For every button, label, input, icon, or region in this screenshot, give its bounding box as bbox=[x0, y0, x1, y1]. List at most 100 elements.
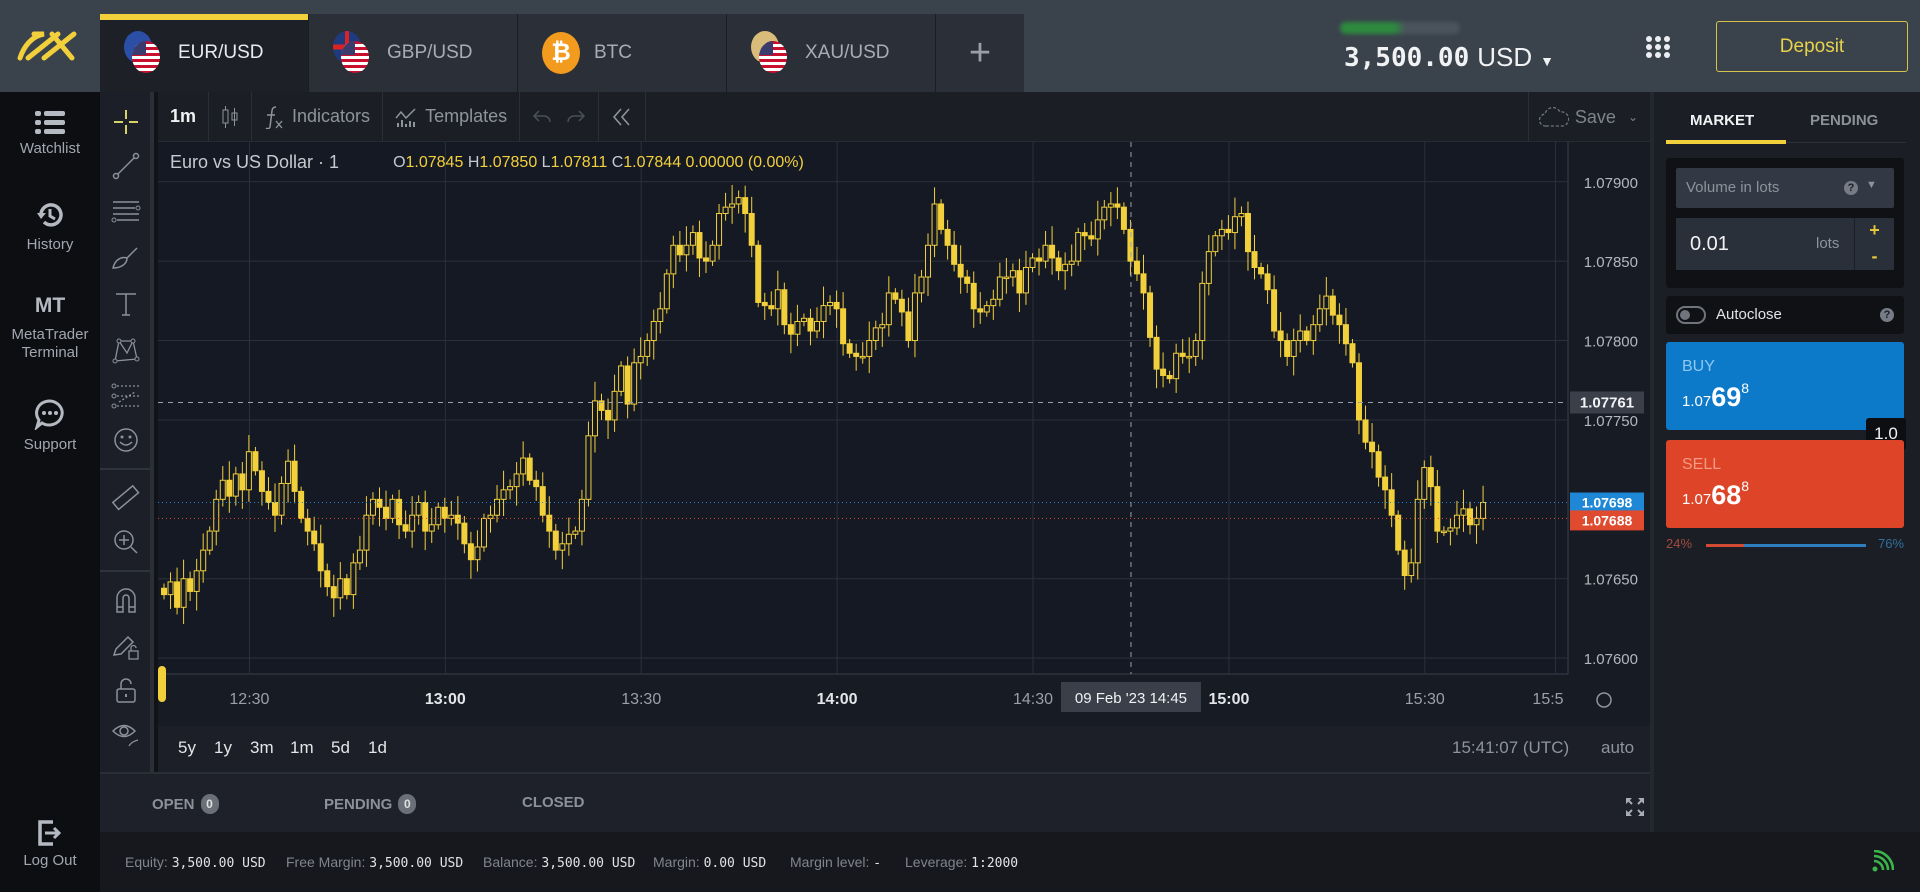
eye-icon bbox=[111, 724, 139, 747]
tab-gbp-usd[interactable]: GBP/USD bbox=[309, 14, 518, 92]
buy-button[interactable]: BUY 1.07698 bbox=[1666, 342, 1904, 430]
volume-decrease-button[interactable]: - bbox=[1854, 244, 1894, 270]
candle-down bbox=[467, 543, 474, 561]
high-value: 1.07850 bbox=[479, 154, 538, 171]
range-5d-button[interactable]: 5d bbox=[331, 738, 350, 758]
candle-down bbox=[239, 473, 246, 491]
low-value: 1.07811 bbox=[550, 154, 608, 171]
help-icon[interactable]: ? bbox=[1880, 308, 1894, 322]
expand-icon[interactable] bbox=[1624, 796, 1646, 818]
range-3m-button[interactable]: 3m bbox=[250, 738, 274, 758]
auto-scale-button[interactable]: auto bbox=[1601, 738, 1634, 758]
zoom-in-tool[interactable] bbox=[110, 526, 142, 558]
nav-history[interactable]: History bbox=[0, 200, 100, 254]
tab-market[interactable]: MARKET bbox=[1690, 112, 1754, 129]
hide-drawings-tool[interactable] bbox=[110, 718, 142, 750]
text-tool[interactable] bbox=[110, 288, 142, 320]
horizontal-lines-tool[interactable] bbox=[110, 196, 142, 228]
nav-watchlist[interactable]: Watchlist bbox=[0, 110, 100, 158]
candle-down bbox=[1434, 486, 1441, 532]
candle-up bbox=[193, 570, 200, 592]
candle-down bbox=[905, 311, 912, 342]
apps-grid-icon[interactable] bbox=[1646, 36, 1670, 58]
timeframe-button[interactable]: 1m bbox=[158, 91, 210, 142]
trendline-tool[interactable] bbox=[110, 150, 142, 182]
redo-icon[interactable] bbox=[566, 108, 586, 126]
candle-up bbox=[578, 498, 585, 532]
crosshair-tool[interactable] bbox=[110, 106, 142, 138]
range-1d-button[interactable]: 1d bbox=[368, 738, 387, 758]
tab-closed-positions[interactable]: CLOSED bbox=[522, 794, 585, 811]
candle-up bbox=[213, 498, 220, 532]
volume-type-select[interactable]: Volume in lots ? ▼ bbox=[1676, 168, 1894, 208]
range-5y-button[interactable]: 5y bbox=[178, 738, 196, 758]
pattern-tool[interactable] bbox=[110, 334, 142, 366]
deposit-button[interactable]: Deposit bbox=[1716, 21, 1908, 72]
candle-down bbox=[1382, 476, 1389, 491]
tab-xau-usd[interactable]: XAU/USD bbox=[727, 14, 936, 92]
open-value: 1.07845 bbox=[405, 154, 464, 171]
chat-icon bbox=[34, 399, 64, 430]
emoji-tool[interactable] bbox=[110, 424, 142, 456]
candle-down bbox=[1036, 257, 1043, 262]
candle-up bbox=[1316, 308, 1323, 326]
chart-type-button[interactable] bbox=[209, 91, 253, 142]
candle-down bbox=[265, 490, 272, 504]
tab-btc[interactable]: ₿ BTC bbox=[518, 14, 727, 92]
save-layout-button[interactable]: Save ⌄ bbox=[1527, 92, 1650, 142]
nav-metatrader[interactable]: MT MetaTrader Terminal bbox=[0, 292, 100, 362]
candle-up bbox=[1421, 467, 1428, 500]
candle-up bbox=[232, 473, 239, 497]
autoclose-toggle[interactable] bbox=[1676, 306, 1706, 324]
nav-logout[interactable]: Log Out bbox=[0, 820, 100, 870]
brush-tool[interactable] bbox=[110, 242, 142, 274]
sell-button[interactable]: SELL 1.07688 bbox=[1666, 440, 1904, 528]
lock-tool[interactable] bbox=[110, 674, 142, 706]
price-chart[interactable]: 1.07900 1.07850 1.07800 1.07750 1.07650 1.076… bbox=[158, 142, 1650, 726]
tab-pending-positions[interactable]: PENDING 0 bbox=[324, 794, 417, 814]
candle-down bbox=[1336, 314, 1343, 326]
candle-down bbox=[1244, 213, 1251, 253]
tab-open-positions[interactable]: OPEN 0 bbox=[152, 794, 219, 814]
range-1y-button[interactable]: 1y bbox=[214, 738, 232, 758]
lock-drawings-tool[interactable] bbox=[110, 630, 142, 662]
candle-up bbox=[219, 479, 226, 500]
candle-down bbox=[938, 203, 945, 230]
candle-down bbox=[1395, 514, 1402, 551]
range-bar: 5y 1y 3m 1m 5d 1d 15:41:07 (UTC) auto bbox=[158, 726, 1650, 772]
add-tab-button[interactable]: + bbox=[936, 14, 1024, 92]
forecast-tool[interactable] bbox=[110, 380, 142, 412]
balance-dropdown[interactable]: 3,500.00 USD ▼ bbox=[1344, 42, 1554, 73]
magnet-tool[interactable] bbox=[110, 584, 142, 616]
help-icon[interactable]: ? bbox=[1844, 181, 1858, 195]
forecast-icon bbox=[111, 383, 139, 409]
brand-logo[interactable] bbox=[14, 26, 86, 66]
candle-up bbox=[520, 457, 527, 475]
undo-redo-group bbox=[520, 91, 600, 142]
candle-up bbox=[1447, 527, 1454, 532]
candlestick-chart[interactable]: 1.07900 1.07850 1.07800 1.07750 1.07650 1.076… bbox=[158, 142, 1650, 726]
undo-icon[interactable] bbox=[532, 108, 552, 126]
volume-increase-button[interactable]: + bbox=[1854, 218, 1894, 244]
nav-support[interactable]: Support bbox=[0, 398, 100, 454]
scroll-back-button[interactable] bbox=[599, 91, 647, 142]
smiley-icon bbox=[114, 428, 138, 452]
candle-up bbox=[1440, 530, 1447, 534]
ruler-tool[interactable] bbox=[110, 482, 142, 514]
price-tick-label: 1.07850 bbox=[1584, 254, 1638, 271]
account-status-bar: Equity: 3,500.00 USD Free Margin: 3,500.… bbox=[100, 832, 1920, 892]
sell-label: SELL bbox=[1682, 456, 1722, 473]
caret-down-icon: ▼ bbox=[1866, 179, 1877, 191]
tab-pending[interactable]: PENDING bbox=[1810, 112, 1878, 129]
sell-sentiment: 24% bbox=[1666, 536, 1693, 551]
tab-label: PENDING bbox=[324, 795, 393, 813]
templates-button[interactable]: Templates bbox=[383, 91, 521, 142]
candle-down bbox=[944, 228, 951, 246]
candle-down bbox=[1388, 489, 1395, 516]
tab-eur-usd[interactable]: EUR/USD bbox=[100, 14, 309, 92]
candle-down bbox=[317, 543, 324, 572]
candle-up bbox=[278, 482, 285, 516]
range-1m-button[interactable]: 1m bbox=[290, 738, 314, 758]
indicators-button[interactable]: Indicators bbox=[252, 91, 384, 142]
candle-down bbox=[174, 581, 181, 608]
